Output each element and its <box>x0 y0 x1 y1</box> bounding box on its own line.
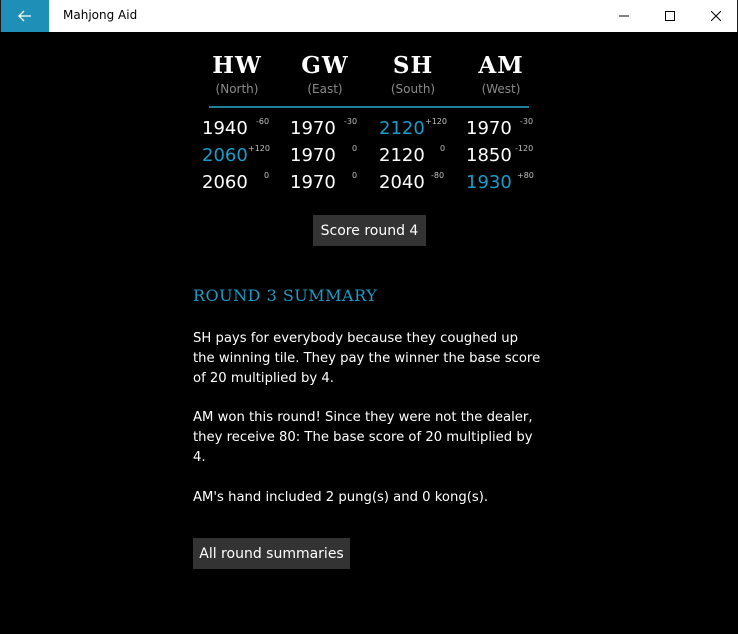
score-cell: 2040 <box>379 172 425 193</box>
score-cell-leader: 2060 <box>202 145 248 166</box>
score-cell: 1970 <box>290 145 336 166</box>
player-name: HW <box>212 52 262 79</box>
score-cell: 1970 <box>466 118 512 139</box>
player-name: SH <box>392 52 434 79</box>
score-delta: -120 <box>515 144 534 153</box>
player-header-sh: SH (South) <box>368 52 458 97</box>
summary-paragraph-winner: AM won this round! Since they were not t… <box>193 410 533 465</box>
close-button[interactable] <box>693 0 738 32</box>
score-cell: 1940 <box>202 118 248 139</box>
player-wind: (North) <box>215 82 259 96</box>
back-button[interactable] <box>1 0 49 32</box>
score-delta: 0 <box>440 144 446 153</box>
score-cell: 1970 <box>290 172 336 193</box>
score-delta: +80 <box>517 171 534 180</box>
all-round-summaries-button[interactable]: All round summaries <box>193 538 350 569</box>
player-header-hw: HW (North) <box>192 52 282 97</box>
minimize-button[interactable] <box>601 0 647 32</box>
score-cell: 1970 <box>290 118 336 139</box>
player-wind: (East) <box>307 82 343 96</box>
score-delta: 0 <box>352 171 358 180</box>
player-name: GW <box>301 52 349 79</box>
score-cell-leader: 1930 <box>466 172 512 193</box>
header-divider <box>209 106 529 108</box>
score-delta: 0 <box>264 171 270 180</box>
summary-paragraph-hand: AM's hand included 2 pung(s) and 0 kong(… <box>193 490 489 505</box>
score-cell-leader: 2120 <box>379 118 425 139</box>
player-wind: (South) <box>390 82 436 96</box>
back-arrow-icon <box>18 10 31 22</box>
score-delta: -30 <box>520 117 534 126</box>
score-cell: 1850 <box>466 145 512 166</box>
summary-title: ROUND 3 SUMMARY <box>193 286 378 305</box>
score-delta: -30 <box>344 117 358 126</box>
maximize-icon <box>665 11 675 21</box>
score-round-button[interactable]: Score round 4 <box>313 215 426 246</box>
score-delta: +120 <box>425 117 447 126</box>
title-bar: Mahjong Aid <box>0 0 738 32</box>
score-delta: -80 <box>431 171 445 180</box>
maximize-button[interactable] <box>647 0 693 32</box>
score-delta: 0 <box>352 144 358 153</box>
summary-paragraph-payment: SH pays for everybody because they cough… <box>193 331 541 386</box>
score-delta: +120 <box>248 144 270 153</box>
score-delta: -60 <box>256 117 270 126</box>
score-cell: 2060 <box>202 172 248 193</box>
close-icon <box>711 11 721 21</box>
player-wind: (West) <box>481 82 521 96</box>
player-header-am: AM (West) <box>456 52 546 97</box>
player-header-gw: GW (East) <box>280 52 370 97</box>
app-title: Mahjong Aid <box>63 8 138 22</box>
player-name: AM <box>478 52 524 79</box>
minimize-icon <box>619 15 629 17</box>
score-cell: 2120 <box>379 145 425 166</box>
